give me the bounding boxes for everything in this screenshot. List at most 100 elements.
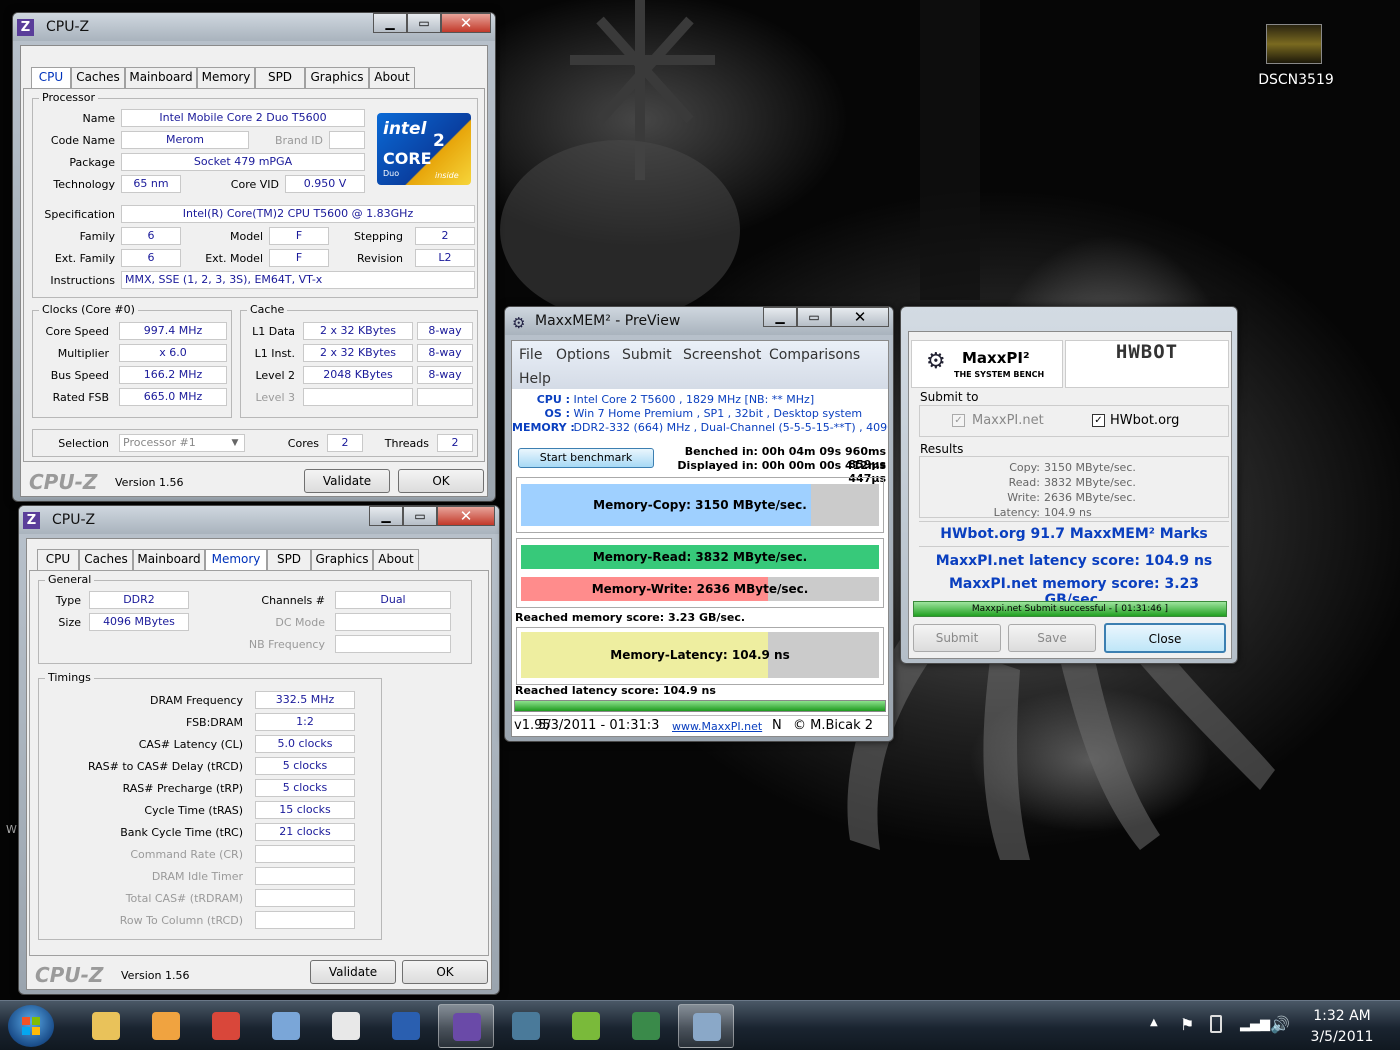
multiplier-field: x 6.0 — [119, 344, 227, 362]
status-bar: v1.95 5/3/2011 - 01:31:3 www.MaxxPI.net … — [512, 715, 888, 736]
title-bar[interactable]: ⚙ MaxxMEM² - PreView ▁ ▭ ✕ — [505, 307, 893, 335]
tab-caches[interactable]: Caches — [71, 67, 125, 88]
desktop-icon-label[interactable]: DSCN3519 — [1250, 72, 1342, 88]
instructions-label: Instructions — [50, 274, 115, 287]
maximize-button[interactable]: ▭ — [797, 307, 831, 327]
busspeed-label: Bus Speed — [50, 369, 109, 382]
clock-time[interactable]: 1:32 AM — [1300, 1008, 1384, 1024]
taskbar-word-button[interactable] — [378, 1004, 434, 1048]
cores-field: 2 — [327, 434, 363, 452]
taskbar-maxxmem-button[interactable] — [678, 1004, 734, 1048]
cpuz-brand-logo: CPU-Z — [29, 470, 98, 494]
taskbar-explorer-button[interactable] — [78, 1004, 134, 1048]
tab-memory[interactable]: Memory — [197, 67, 255, 88]
taskbar-media-player-button[interactable] — [138, 1004, 194, 1048]
corevid-label: Core VID — [230, 178, 279, 191]
window-title: CPU-Z — [46, 19, 90, 35]
status-date: 5/3/2011 - 01:31:3 — [538, 718, 660, 733]
menu-file[interactable]: File — [519, 347, 542, 363]
logo-2: 2 — [433, 131, 445, 151]
minimize-button[interactable]: ▁ — [373, 13, 407, 33]
menu-options[interactable]: Options — [556, 347, 610, 363]
clock-date[interactable]: 3/5/2011 — [1300, 1029, 1384, 1045]
battery-icon[interactable] — [1210, 1015, 1222, 1033]
taskbar-app-8-button[interactable] — [498, 1004, 554, 1048]
menu-screenshot[interactable]: Screenshot — [683, 347, 761, 363]
chrome-icon — [212, 1012, 240, 1040]
tab-about[interactable]: About — [369, 67, 415, 88]
tab-cpu[interactable]: CPU — [37, 549, 79, 570]
maximize-button[interactable]: ▭ — [407, 13, 441, 33]
latency-score-text: Reached latency score: 104.9 ns — [515, 684, 716, 697]
codename-label: Code Name — [50, 134, 115, 147]
taskbar-app-10-button[interactable] — [618, 1004, 674, 1048]
tab-mainboard[interactable]: Mainboard — [125, 67, 197, 88]
selection-label: Selection — [58, 437, 109, 450]
results-label: Results — [920, 442, 964, 456]
chevron-down-icon[interactable]: ▼ — [227, 435, 243, 451]
dscn3519-icon[interactable] — [1266, 24, 1322, 64]
tab-cpu[interactable]: CPU — [31, 67, 71, 90]
taskbar-amd-button[interactable] — [558, 1004, 614, 1048]
tab-spd[interactable]: SPD — [267, 549, 311, 570]
taskbar-xp-app-button[interactable] — [318, 1004, 374, 1048]
close-dialog-button[interactable]: Close — [1104, 623, 1226, 653]
close-button[interactable]: ✕ — [831, 307, 889, 327]
maxxpi-logo: ⚙ MaxxPI² THE SYSTEM BENCH — [911, 340, 1063, 388]
title-bar[interactable]: Z CPU-Z ▁ ▭ ✕ — [13, 13, 495, 41]
ok-button[interactable]: OK — [398, 469, 484, 493]
network-signal-icon[interactable]: ▂▄▆ — [1240, 1017, 1270, 1032]
tab-mainboard[interactable]: Mainboard — [133, 549, 205, 570]
timing-value — [255, 889, 355, 907]
title-bar[interactable]: Z CPU-Z ▁ ▭ ✕ — [19, 506, 499, 534]
menu-comparisons[interactable]: Comparisons — [769, 347, 860, 363]
tab-graphics[interactable]: Graphics — [305, 67, 369, 88]
action-center-flag-icon[interactable]: ⚑ — [1180, 1015, 1194, 1034]
type-field: DDR2 — [89, 591, 189, 609]
taskbar-cpuz-button[interactable] — [438, 1004, 494, 1048]
taskbar-chrome-button[interactable] — [198, 1004, 254, 1048]
maxxpi-link[interactable]: www.MaxxPI.net — [672, 720, 762, 733]
latency-score: MaxxPI.net latency score: 104.9 ns — [935, 553, 1213, 569]
group-title: Processor — [39, 91, 98, 104]
menu-bar: File Options Submit Screenshot Compariso… — [512, 341, 888, 389]
latency-bar: Memory-Latency: 104.9 ns — [521, 632, 879, 678]
minimize-button[interactable]: ▁ — [763, 307, 797, 327]
show-hidden-icons[interactable]: ▲ — [1150, 1017, 1158, 1028]
timing-value: 5 clocks — [255, 779, 355, 797]
save-button[interactable]: Save — [1008, 624, 1096, 652]
tab-graphics[interactable]: Graphics — [311, 549, 373, 570]
ok-button[interactable]: OK — [402, 960, 488, 984]
cpuz-client: CPU Caches Mainboard Memory SPD Graphics… — [26, 538, 492, 990]
tab-about[interactable]: About — [373, 549, 419, 570]
start-benchmark-button[interactable]: Start benchmark — [518, 448, 654, 468]
l1inst-way-field: 8-way — [417, 344, 473, 362]
menu-help[interactable]: Help — [519, 371, 551, 387]
group-title: Clocks (Core #0) — [39, 303, 138, 316]
close-button[interactable]: ✕ — [441, 13, 491, 33]
read-bar: Memory-Read: 3832 MByte/sec. — [521, 545, 879, 569]
spec-field: Intel(R) Core(TM)2 CPU T5600 @ 1.83GHz — [121, 205, 475, 223]
timing-value: 5 clocks — [255, 757, 355, 775]
tab-caches[interactable]: Caches — [79, 549, 133, 570]
taskbar-paint-button[interactable] — [258, 1004, 314, 1048]
timing-value: 21 clocks — [255, 823, 355, 841]
menu-submit[interactable]: Submit — [622, 347, 672, 363]
close-button[interactable]: ✕ — [437, 506, 495, 526]
maxxpi-checkbox[interactable]: ✓ — [952, 414, 965, 427]
result-value: 3832 MByte/sec. — [1044, 476, 1136, 489]
minimize-button[interactable]: ▁ — [369, 506, 403, 526]
submit-button[interactable]: Submit — [913, 624, 1001, 652]
side-mark: W — [6, 823, 17, 836]
volume-icon[interactable]: 🔊 — [1270, 1015, 1290, 1034]
validate-button[interactable]: Validate — [304, 469, 390, 493]
tab-memory[interactable]: Memory — [205, 549, 267, 572]
maximize-button[interactable]: ▭ — [403, 506, 437, 526]
cpuz-memory-window: Z CPU-Z ▁ ▭ ✕ CPU Caches Mainboard Memor… — [18, 505, 500, 995]
start-button[interactable] — [8, 1005, 54, 1047]
maxxpi-checkbox-label: MaxxPI.net — [972, 413, 1044, 428]
tab-spd[interactable]: SPD — [255, 67, 305, 88]
timing-label: Bank Cycle Time (tRC) — [120, 826, 243, 839]
validate-button[interactable]: Validate — [310, 960, 396, 984]
hwbot-checkbox[interactable]: ✓ — [1092, 414, 1105, 427]
